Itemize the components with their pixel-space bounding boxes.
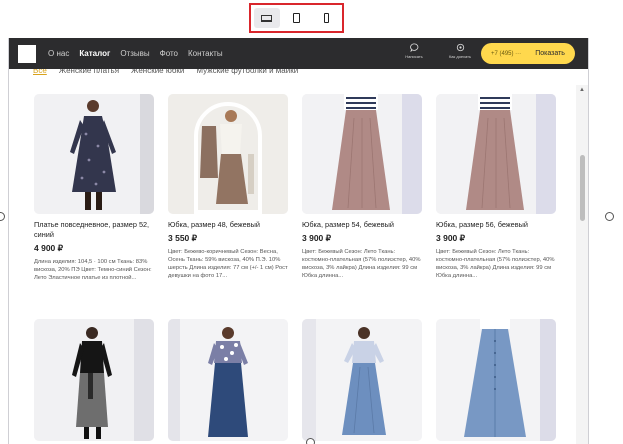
product-card[interactable] [34, 319, 154, 444]
product-card[interactable] [168, 319, 288, 444]
phone-number: +7 (495) ··· [491, 50, 522, 57]
write-message-button[interactable]: Написать [399, 43, 429, 59]
product-name[interactable]: Юбка, размер 54, бежевый [302, 220, 422, 230]
tablet-view-button[interactable] [284, 8, 310, 28]
product-card[interactable]: Юбка, размер 54, бежевый 3 900 ₽ Цвет: Б… [302, 94, 422, 280]
nav-item-reviews[interactable]: Отзывы [120, 49, 149, 58]
product-name[interactable]: Юбка, размер 48, бежевый [168, 220, 288, 230]
product-description: Цвет: Бежево-коричневый Сезон: Весна, Ос… [168, 249, 288, 279]
product-photo[interactable] [436, 319, 556, 441]
whatsapp-icon [456, 43, 464, 52]
show-phone-label: Показать [535, 50, 565, 57]
desktop-icon [261, 14, 272, 22]
product-name[interactable]: Юбка, размер 56, бежевый [436, 220, 556, 230]
phone-icon [324, 13, 329, 23]
product-photo[interactable] [302, 94, 422, 214]
product-card[interactable]: Платье повседневное, размер 52, синий 4 … [34, 94, 154, 290]
route-label: Как доехать [448, 54, 472, 59]
tablet-icon [293, 13, 300, 23]
product-card[interactable] [302, 319, 422, 444]
product-description: Цвет: Бежевый Сезон: Лето Ткань: костюмн… [436, 249, 555, 279]
product-description: Цвет: Бежевый Сезон: Лето Ткань: костюмн… [302, 249, 421, 279]
editor-canvas: О нас Каталог Отзывы Фото Контакты Напис… [0, 0, 623, 444]
nav-item-photo[interactable]: Фото [160, 49, 178, 58]
site-logo[interactable] [18, 44, 36, 63]
product-photo[interactable] [168, 94, 288, 214]
filter-all[interactable]: Все [33, 69, 47, 76]
site-header: О нас Каталог Отзывы Фото Контакты Напис… [9, 38, 588, 69]
nav-item-about[interactable]: О нас [48, 49, 69, 58]
product-photo[interactable] [302, 319, 422, 441]
product-photo[interactable] [436, 94, 556, 214]
scroll-up-arrow-icon[interactable]: ▲ [579, 87, 585, 93]
product-description: Длина изделия: 104,5 · 100 см Ткань: 83%… [34, 259, 152, 281]
route-button[interactable]: Как доехать [445, 43, 475, 59]
desktop-view-button[interactable] [253, 8, 280, 28]
product-photo[interactable] [34, 319, 154, 441]
category-filters: Все Женские платья Женские юбки Мужские … [33, 69, 298, 76]
site-preview-frame: О нас Каталог Отзывы Фото Контакты Напис… [8, 38, 589, 444]
product-card[interactable]: Юбка, размер 56, бежевый 3 900 ₽ Цвет: Б… [436, 94, 556, 280]
product-price: 3 900 ₽ [436, 233, 466, 243]
product-photo[interactable] [168, 319, 288, 441]
nav-item-catalog[interactable]: Каталог [79, 49, 110, 58]
filter-tshirts[interactable]: Мужские футболки и майки [196, 69, 298, 76]
filter-skirts[interactable]: Женские юбки [131, 69, 184, 76]
nav-item-contacts[interactable]: Контакты [188, 49, 223, 58]
product-price: 3 900 ₽ [302, 233, 332, 243]
resize-handle-left[interactable] [0, 212, 5, 221]
product-card[interactable]: Юбка, размер 48, бежевый 3 550 ₽ Цвет: Б… [168, 94, 288, 280]
phone-view-button[interactable] [314, 8, 340, 28]
product-photo[interactable] [34, 94, 154, 214]
filter-dresses[interactable]: Женские платья [59, 69, 119, 76]
product-card[interactable] [436, 319, 556, 444]
resize-handle-right[interactable] [605, 212, 614, 221]
vertical-scrollbar[interactable]: ▲ [576, 85, 588, 444]
product-price: 4 900 ₽ [34, 243, 64, 253]
scrollbar-thumb[interactable] [580, 155, 585, 221]
product-name[interactable]: Платье повседневное, размер 52, синий [34, 220, 154, 240]
main-nav: О нас Каталог Отзывы Фото Контакты [48, 49, 223, 58]
resize-handle-bottom[interactable] [306, 438, 315, 444]
show-phone-button[interactable]: +7 (495) ··· Показать [481, 43, 575, 64]
product-price: 3 550 ₽ [168, 233, 198, 243]
chat-icon [409, 43, 418, 52]
device-toolbar [249, 3, 344, 33]
write-label: Написать [405, 54, 423, 59]
